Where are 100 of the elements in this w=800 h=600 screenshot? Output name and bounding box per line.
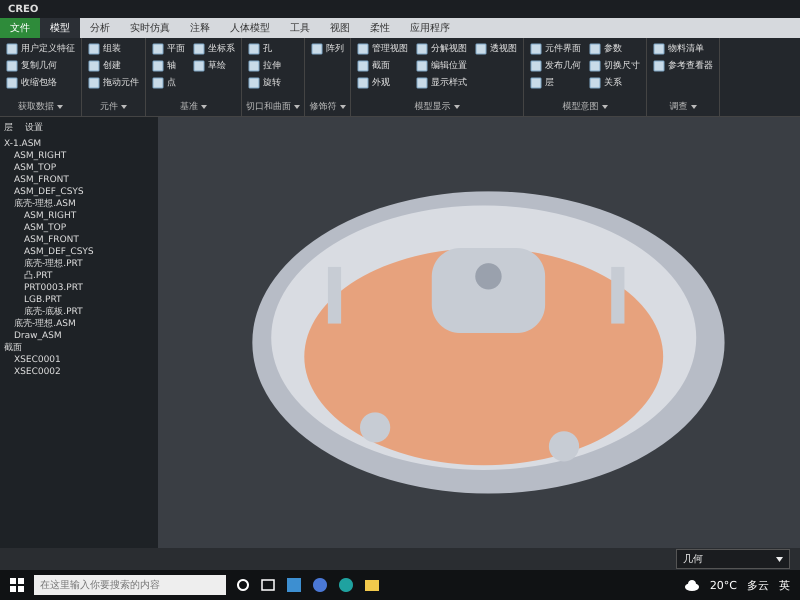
- ribbon-tool[interactable]: 切换尺寸: [587, 58, 642, 73]
- tree-item[interactable]: ASM_FRONT: [4, 174, 154, 186]
- filter-dropdown[interactable]: 几何: [676, 549, 790, 569]
- ribbon-tool[interactable]: 发布几何: [528, 58, 583, 73]
- tree-item[interactable]: 截面: [4, 342, 154, 354]
- ribbon-tool[interactable]: 点: [150, 75, 187, 90]
- tree-item[interactable]: PRT0003.PRT: [4, 282, 154, 294]
- tool-icon: [6, 42, 18, 54]
- tree-item[interactable]: 底壳-理想.ASM: [4, 318, 154, 330]
- caret-icon[interactable]: [690, 104, 696, 108]
- ribbon-tab[interactable]: 模型: [40, 18, 80, 38]
- ribbon-tab[interactable]: 人体模型: [220, 18, 280, 38]
- tree-item[interactable]: ASM_TOP: [4, 162, 154, 174]
- tree-item[interactable]: X-1.ASM: [4, 138, 154, 150]
- tree-item[interactable]: ASM_RIGHT: [4, 210, 154, 222]
- tool-icon: [311, 42, 323, 54]
- ribbon-tool[interactable]: 分解视图: [414, 41, 469, 56]
- group-label: 修饰符: [310, 100, 336, 113]
- group-label: 模型显示: [414, 100, 450, 113]
- search-field[interactable]: 在这里输入你要搜索的内容: [34, 575, 226, 595]
- ribbon-tool[interactable]: 截面: [355, 58, 410, 73]
- ribbon-tool[interactable]: 孔: [246, 41, 300, 56]
- ribbon-tool[interactable]: 元件界面: [528, 41, 583, 56]
- ribbon-tool[interactable]: 编辑位置: [414, 58, 469, 73]
- tree-item[interactable]: ASM_DEF_CSYS: [4, 246, 154, 258]
- caret-icon[interactable]: [201, 104, 207, 108]
- ribbon-tab[interactable]: 实时仿真: [120, 18, 180, 38]
- caret-icon[interactable]: [121, 104, 127, 108]
- app-icon[interactable]: [286, 577, 302, 593]
- tool-icon: [416, 60, 428, 72]
- ribbon-tool[interactable]: 参数: [587, 41, 642, 56]
- ribbon-tool[interactable]: 物料清单: [651, 41, 715, 56]
- ribbon-tool[interactable]: 参考查看器: [651, 58, 715, 73]
- tree-item[interactable]: 底壳-理想.PRT: [4, 258, 154, 270]
- ribbon-tool[interactable]: 坐标系: [191, 41, 237, 56]
- task-view-icon[interactable]: [260, 578, 276, 592]
- ribbon-tool[interactable]: 组装: [86, 41, 141, 56]
- ribbon-tool[interactable]: 显示样式: [414, 75, 469, 90]
- tree-item[interactable]: XSEC0001: [4, 354, 154, 366]
- browser-icon[interactable]: [338, 577, 354, 593]
- panel-tab[interactable]: 层: [4, 121, 13, 134]
- ribbon-tab[interactable]: 分析: [80, 18, 120, 38]
- ribbon-tool[interactable]: 透视图: [473, 41, 519, 56]
- ribbon-tool[interactable]: 拖动元件: [86, 75, 141, 90]
- tool-icon: [589, 76, 601, 88]
- ribbon-tool[interactable]: 复制几何: [4, 58, 77, 73]
- app-icon[interactable]: [312, 577, 328, 593]
- tree-item[interactable]: ASM_RIGHT: [4, 150, 154, 162]
- tool-icon: [653, 60, 665, 72]
- ribbon-tool[interactable]: 阵列: [309, 41, 346, 56]
- tree-item[interactable]: 凸.PRT: [4, 270, 154, 282]
- tree-item[interactable]: Draw_ASM: [4, 330, 154, 342]
- ribbon-tool[interactable]: 用户定义特征: [4, 41, 77, 56]
- tree-item[interactable]: ASM_DEF_CSYS: [4, 186, 154, 198]
- tree-item[interactable]: ASM_TOP: [4, 222, 154, 234]
- ribbon-tab[interactable]: 视图: [320, 18, 360, 38]
- caret-icon[interactable]: [602, 104, 608, 108]
- caret-icon[interactable]: [454, 104, 460, 108]
- tree-item[interactable]: 底壳-理想.ASM: [4, 198, 154, 210]
- ribbon-tab[interactable]: 工具: [280, 18, 320, 38]
- tool-icon: [589, 42, 601, 54]
- ribbon-tool[interactable]: 管理视图: [355, 41, 410, 56]
- tool-icon: [475, 42, 487, 54]
- filter-value: 几何: [683, 553, 703, 566]
- tree-item[interactable]: 底壳-底板.PRT: [4, 306, 154, 318]
- caret-icon[interactable]: [340, 104, 346, 108]
- tool-icon: [530, 76, 542, 88]
- ribbon-tool[interactable]: 草绘: [191, 58, 237, 73]
- tool-icon: [357, 42, 369, 54]
- tool-icon: [248, 42, 260, 54]
- ribbon-tool[interactable]: 层: [528, 75, 583, 90]
- folder-icon[interactable]: [364, 578, 380, 592]
- tool-icon: [6, 76, 18, 88]
- input-method[interactable]: 英: [779, 578, 790, 592]
- group-label: 模型意图: [562, 100, 598, 113]
- tree-item[interactable]: XSEC0002: [4, 366, 154, 378]
- panel-tab[interactable]: 设置: [25, 121, 43, 134]
- ribbon-tab[interactable]: 应用程序: [400, 18, 460, 38]
- caret-icon[interactable]: [294, 104, 300, 108]
- windows-start-icon[interactable]: [10, 578, 24, 592]
- ribbon-tab[interactable]: 柔性: [360, 18, 400, 38]
- ribbon-tool[interactable]: 拉伸: [246, 58, 300, 73]
- group-label: 调查: [670, 100, 688, 113]
- caret-icon[interactable]: [57, 104, 63, 108]
- tool-icon: [88, 60, 100, 72]
- ribbon-tab[interactable]: 文件: [0, 18, 40, 38]
- tree-item[interactable]: ASM_FRONT: [4, 234, 154, 246]
- tree-item[interactable]: LGB.PRT: [4, 294, 154, 306]
- ribbon-tool[interactable]: 收缩包络: [4, 75, 77, 90]
- ribbon-tool[interactable]: 关系: [587, 75, 642, 90]
- ribbon-tool[interactable]: 外观: [355, 75, 410, 90]
- ribbon-tool[interactable]: 创建: [86, 58, 141, 73]
- ribbon-tool[interactable]: 旋转: [246, 75, 300, 90]
- tool-icon: [248, 60, 260, 72]
- tool-icon: [357, 60, 369, 72]
- circle-icon[interactable]: [236, 578, 250, 592]
- tool-icon: [152, 60, 164, 72]
- ribbon-tab[interactable]: 注释: [180, 18, 220, 38]
- ribbon-tool[interactable]: 轴: [150, 58, 187, 73]
- ribbon-tool[interactable]: 平面: [150, 41, 187, 56]
